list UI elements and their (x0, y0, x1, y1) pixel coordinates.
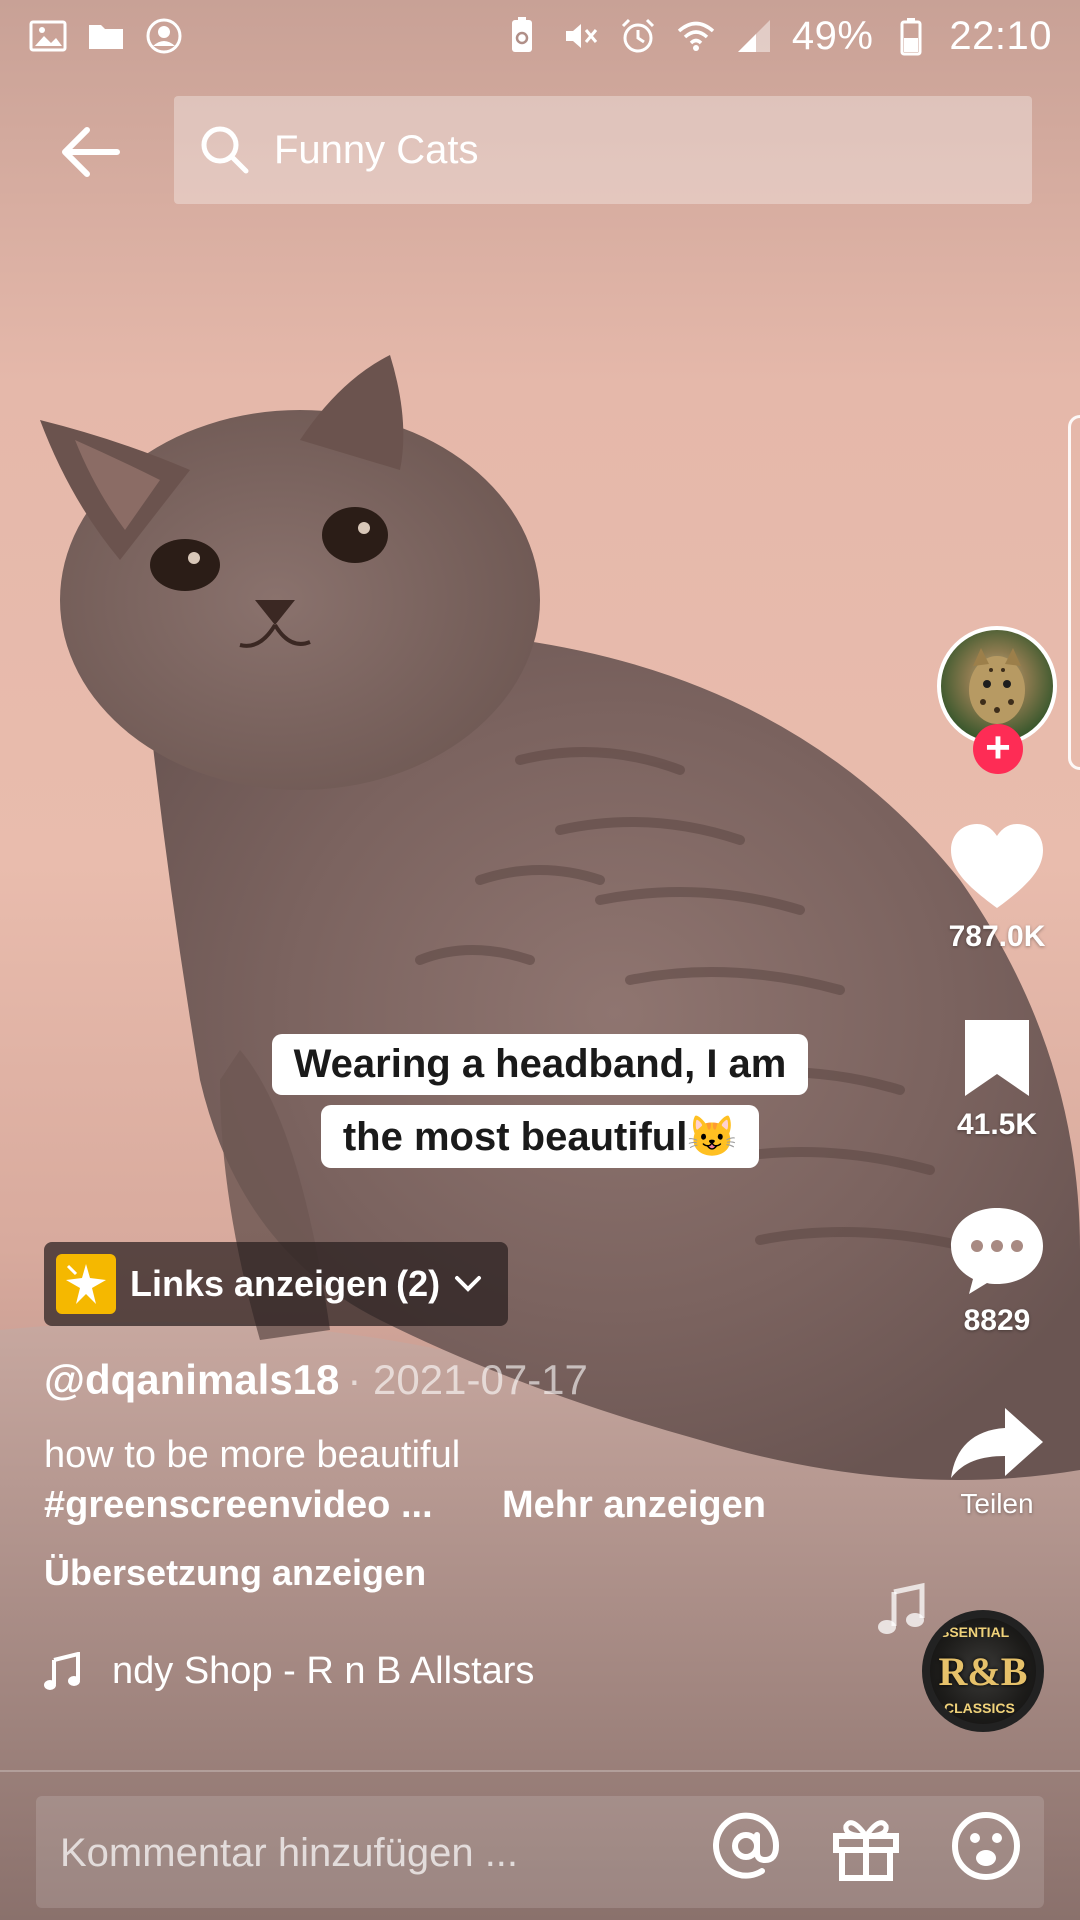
music-note-icon (44, 1651, 80, 1690)
sparkle-icon (66, 1264, 106, 1304)
links-count: (2) (396, 1263, 441, 1304)
save-count: 41.5K (956, 1108, 1038, 1141)
caption-text-1: Wearing a headband, I am (271, 1034, 809, 1095)
comment-bubble-icon (951, 1208, 1043, 1294)
status-bar: 49% 22:10 (0, 0, 1080, 72)
post-date: · 2021-07-17 (347, 1356, 588, 1403)
floating-music-note-icon (878, 1582, 925, 1634)
heart-icon (951, 824, 1043, 908)
back-button[interactable] (50, 112, 130, 192)
share-action[interactable]: Teilen (932, 1404, 1062, 1520)
disc-main-text: R&B (938, 1648, 1028, 1694)
chevron-down-icon (455, 1276, 482, 1292)
battery-percent: 49% (791, 13, 874, 58)
search-bar[interactable] (174, 96, 1032, 204)
clock: 22:10 (949, 13, 1052, 58)
share-label: Teilen (960, 1488, 1034, 1519)
mention-icon[interactable] (708, 1808, 784, 1884)
battery-saver-icon (511, 17, 532, 52)
music-link[interactable]: ndy Shop - R n B Allstars (44, 1650, 534, 1693)
save-action[interactable]: 41.5K (932, 1016, 1062, 1142)
music-disc[interactable]: SSENTIAL R&B CLASSICS (922, 1610, 1044, 1732)
show-translation-button[interactable]: Übersetzung anzeigen (44, 1552, 426, 1594)
links-button[interactable]: Links anzeigen (2) (44, 1242, 508, 1326)
caption-line-1: Wearing a headband, I am (0, 1034, 1080, 1095)
signal-icon (737, 20, 770, 52)
search-icon (201, 126, 249, 174)
comment-input[interactable] (60, 1818, 660, 1888)
side-panel-handle[interactable] (1068, 415, 1080, 770)
gift-icon[interactable] (828, 1808, 904, 1884)
show-more-button[interactable]: Mehr anzeigen (502, 1484, 766, 1527)
caption-text-2: the most beautiful😺 (320, 1105, 760, 1168)
links-sparkle-icon (56, 1254, 116, 1314)
bookmark-icon (965, 1020, 1029, 1096)
like-action[interactable]: 787.0K (932, 822, 1062, 954)
share-arrow-icon (951, 1408, 1043, 1478)
status-right: 49% 22:10 (502, 14, 1052, 59)
folder-notification-icon (89, 25, 123, 49)
caption-line-2: the most beautiful😺 (0, 1105, 1080, 1168)
hashtag-link[interactable]: #greenscreenvideo ... (44, 1484, 433, 1527)
disc-top-text: SSENTIAL (940, 1624, 1010, 1640)
emoji-icon[interactable] (948, 1808, 1024, 1884)
alarm-icon (621, 18, 654, 53)
music-title: ndy Shop - R n B Allstars (112, 1650, 535, 1692)
like-count: 787.0K (948, 920, 1046, 953)
battery-icon (900, 18, 922, 56)
follow-button[interactable]: + (973, 724, 1023, 774)
search-input[interactable] (274, 127, 974, 173)
status-left (28, 16, 184, 56)
author-line: @dqanimals18 · 2021-07-17 (44, 1356, 588, 1404)
video-description: how to be more beautiful (44, 1434, 461, 1476)
mute-icon (565, 24, 597, 48)
wifi-icon (677, 21, 714, 51)
author-username[interactable]: @dqanimals18 (44, 1356, 339, 1403)
account-notification-icon (146, 18, 182, 54)
links-label: Links anzeigen (130, 1263, 389, 1304)
gallery-notification-icon (29, 20, 67, 52)
back-arrow-icon (62, 127, 120, 177)
comment-count: 8829 (963, 1304, 1031, 1337)
comment-action[interactable]: 8829 (932, 1204, 1062, 1338)
disc-bottom-text: CLASSICS (944, 1700, 1015, 1716)
comment-divider (0, 1770, 1080, 1772)
